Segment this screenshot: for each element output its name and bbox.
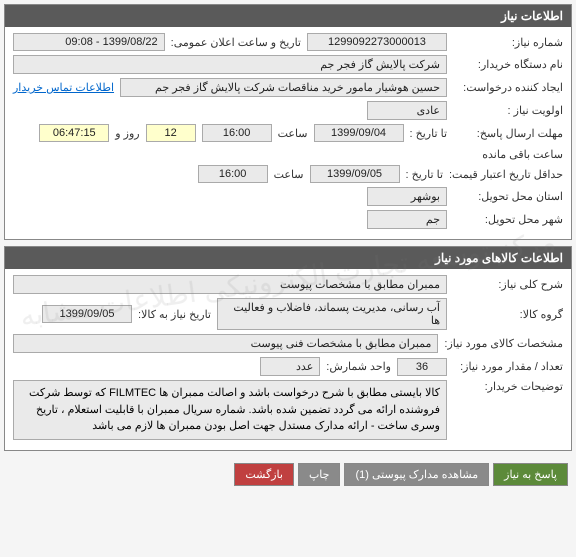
- days-label: روز و: [115, 127, 139, 140]
- group-field: آب رسانی، مدیریت پسماند، فاضلاب و فعالیت…: [217, 298, 447, 330]
- price-to-date-label: تا تاریخ :: [406, 168, 443, 181]
- back-button[interactable]: بازگشت: [234, 463, 294, 486]
- panel-header-goods-info: اطلاعات کالاهای مورد نیاز: [5, 247, 571, 269]
- remaining-label: ساعت باقی مانده: [482, 148, 563, 161]
- buyer-org-field: شرکت پالایش گاز فجر جم: [13, 55, 447, 74]
- respond-button[interactable]: پاسخ به نیاز: [493, 463, 568, 486]
- deadline-date-field: 1399/09/04: [314, 124, 404, 142]
- to-date-label: تا تاریخ :: [410, 127, 447, 140]
- need-number-field: 1299092273000013: [307, 33, 447, 51]
- need-info-panel: اطلاعات نیاز شماره نیاز: 129909227300001…: [4, 4, 572, 240]
- delivery-city-field: جم: [367, 210, 447, 229]
- qty-label: تعداد / مقدار مورد نیاز:: [453, 360, 563, 373]
- specs-field: ممبران مطابق با مشخصات فنی پیوست: [13, 334, 438, 353]
- goods-info-panel: اطلاعات کالاهای مورد نیاز شرح کلی نیاز: …: [4, 246, 572, 451]
- group-label: گروه کالا:: [453, 308, 563, 321]
- public-datetime-field: 1399/08/22 - 09:08: [13, 33, 165, 51]
- buyer-org-label: نام دستگاه خریدار:: [453, 58, 563, 71]
- delivery-city-label: شهر محل تحویل:: [453, 213, 563, 226]
- general-desc-field: ممبران مطابق با مشخصات پیوست: [13, 275, 447, 294]
- unit-label: واحد شمارش:: [326, 360, 391, 373]
- attachments-button[interactable]: مشاهده مدارک پیوستی (1): [344, 463, 489, 486]
- general-desc-label: شرح کلی نیاز:: [453, 278, 563, 291]
- buyer-notes-field: کالا بایستی مطابق با شرح درخواست باشد و …: [13, 380, 447, 440]
- price-validity-label: حداقل تاریخ اعتبار قیمت:: [449, 168, 563, 181]
- need-number-label: شماره نیاز:: [453, 36, 563, 49]
- deadline-time-label: ساعت: [278, 127, 308, 140]
- qty-field: 36: [397, 358, 447, 376]
- panel-body-need-info: شماره نیاز: 1299092273000013 تاریخ و ساع…: [5, 27, 571, 239]
- panel-body-goods-info: شرح کلی نیاز: ممبران مطابق با مشخصات پیو…: [5, 269, 571, 450]
- deadline-label: مهلت ارسال پاسخ:: [453, 127, 563, 140]
- unit-field: عدد: [260, 357, 320, 376]
- creator-field: حسین هوشیار مامور خرید مناقصات شرکت پالا…: [120, 78, 447, 97]
- time-remaining-field: 06:47:15: [39, 124, 109, 142]
- action-buttons: پاسخ به نیاز مشاهده مدارک پیوستی (1) چاپ…: [4, 457, 572, 492]
- delivery-province-label: استان محل تحویل:: [453, 190, 563, 203]
- days-remaining-field: 12: [146, 124, 196, 142]
- price-validity-date-field: 1399/09/05: [310, 165, 400, 183]
- priority-label: اولویت نیاز :: [453, 104, 563, 117]
- need-date-label: تاریخ نیاز به کالا:: [138, 308, 211, 321]
- deadline-time-field: 16:00: [202, 124, 272, 142]
- buyer-contact-link[interactable]: اطلاعات تماس خریدار: [13, 81, 114, 94]
- delivery-province-field: بوشهر: [367, 187, 447, 206]
- public-datetime-label: تاریخ و ساعت اعلان عمومی:: [171, 36, 301, 49]
- panel-header-need-info: اطلاعات نیاز: [5, 5, 571, 27]
- creator-label: ایجاد کننده درخواست:: [453, 81, 563, 94]
- specs-label: مشخصات کالای مورد نیاز:: [444, 337, 563, 350]
- buyer-notes-label: توضیحات خریدار:: [453, 380, 563, 393]
- priority-field: عادی: [367, 101, 447, 120]
- print-button[interactable]: چاپ: [298, 463, 341, 486]
- price-validity-time-field: 16:00: [198, 165, 268, 183]
- need-date-field: 1399/09/05: [42, 305, 132, 323]
- price-time-label: ساعت: [274, 168, 304, 181]
